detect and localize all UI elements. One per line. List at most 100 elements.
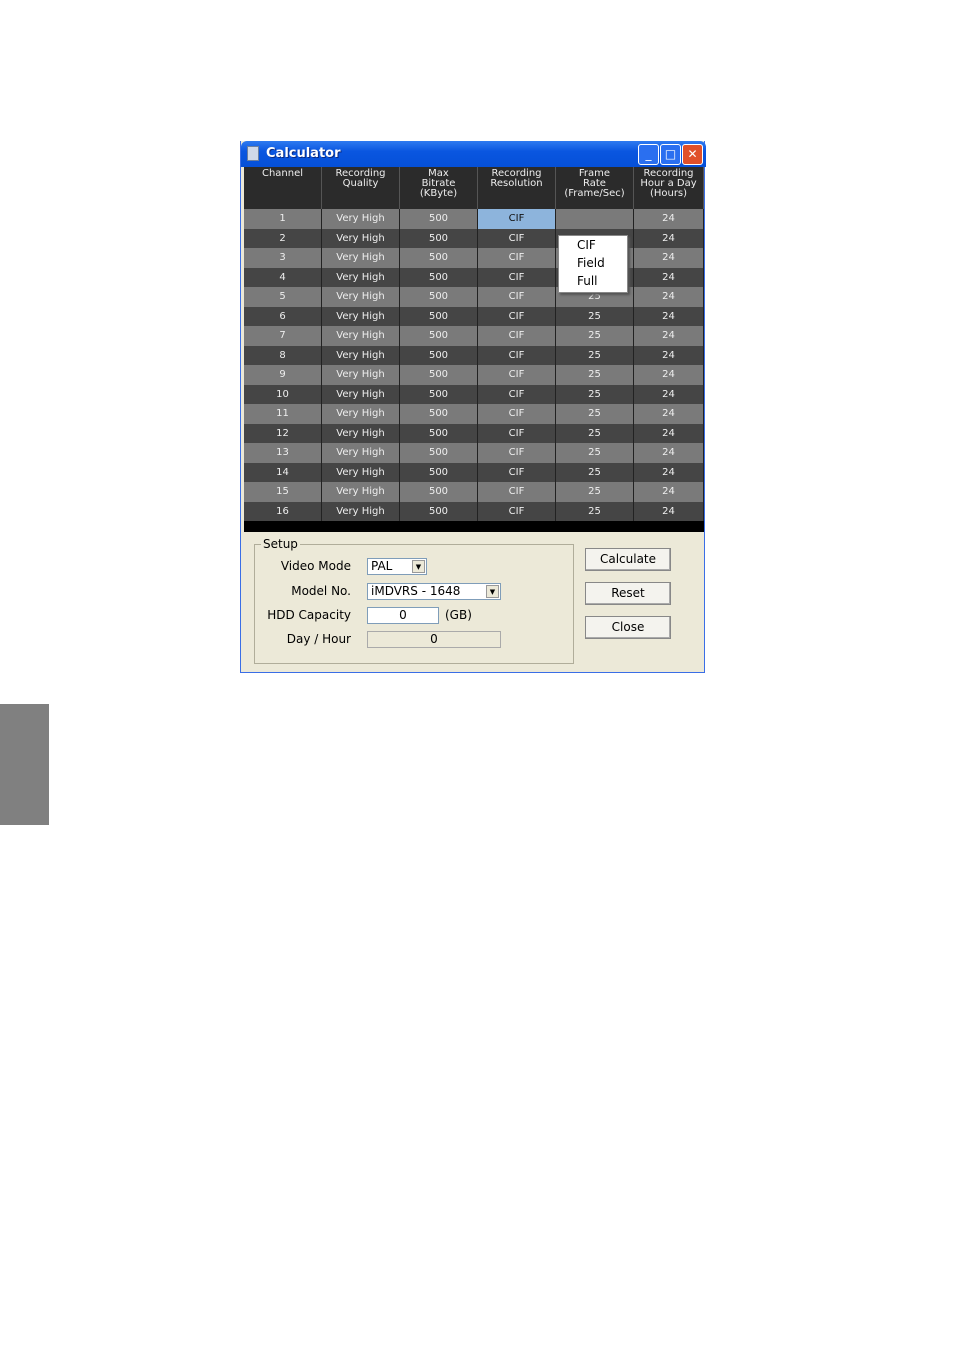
cell-resolution[interactable]: CIF xyxy=(478,404,556,424)
cell-bitrate[interactable]: 500 xyxy=(400,228,478,248)
cell-quality[interactable]: Very High xyxy=(322,228,400,248)
hdd-label: HDD Capacity xyxy=(267,608,351,622)
cell-resolution[interactable]: CIF xyxy=(478,462,556,482)
cell-quality[interactable]: Very High xyxy=(322,326,400,346)
header-quality: Recording Quality xyxy=(322,167,400,209)
cell-bitrate[interactable]: 500 xyxy=(400,482,478,502)
cell-resolution[interactable]: CIF xyxy=(478,287,556,307)
cell-quality[interactable]: Very High xyxy=(322,482,400,502)
video-mode-label: Video Mode xyxy=(280,559,351,573)
cell-frame-rate[interactable]: 25 xyxy=(556,482,634,502)
cell-channel: 12 xyxy=(244,423,322,443)
video-mode-select[interactable]: PAL ▼ xyxy=(367,558,427,575)
model-select[interactable]: iMDVRS - 1648 ▼ xyxy=(367,583,501,600)
cell-bitrate[interactable]: 500 xyxy=(400,423,478,443)
cell-frame-rate[interactable]: 25 xyxy=(556,404,634,424)
dropdown-option[interactable]: Full xyxy=(559,272,627,290)
window-title: Calculator xyxy=(266,146,341,161)
calculate-button[interactable]: Calculate xyxy=(585,548,671,571)
cell-quality[interactable]: Very High xyxy=(322,345,400,365)
cell-bitrate[interactable]: 500 xyxy=(400,267,478,287)
cell-channel: 2 xyxy=(244,228,322,248)
cell-resolution[interactable]: CIF xyxy=(478,228,556,248)
cell-resolution[interactable]: CIF xyxy=(478,384,556,404)
cell-channel: 9 xyxy=(244,365,322,385)
cell-resolution[interactable]: CIF xyxy=(478,501,556,521)
cell-channel: 3 xyxy=(244,248,322,268)
cell-quality[interactable]: Very High xyxy=(322,443,400,463)
chevron-down-icon[interactable]: ▼ xyxy=(486,585,499,598)
cell-quality[interactable]: Very High xyxy=(322,267,400,287)
cell-frame-rate[interactable]: 25 xyxy=(556,306,634,326)
cell-quality[interactable]: Very High xyxy=(322,287,400,307)
cell-bitrate[interactable]: 500 xyxy=(400,287,478,307)
cell-bitrate[interactable]: 500 xyxy=(400,443,478,463)
cell-bitrate[interactable]: 500 xyxy=(400,248,478,268)
cell-resolution[interactable]: CIF xyxy=(478,482,556,502)
chevron-down-icon[interactable]: ▼ xyxy=(412,560,425,573)
cell-quality[interactable]: Very High xyxy=(322,404,400,424)
cell-bitrate[interactable]: 500 xyxy=(400,384,478,404)
cell-hours: 24 xyxy=(634,228,704,248)
cell-bitrate[interactable]: 500 xyxy=(400,501,478,521)
channel-table: Channel Recording Quality Max Bitrate (KBy… xyxy=(244,167,704,532)
cell-bitrate[interactable]: 500 xyxy=(400,365,478,385)
title-bar: Calculator _ □ ✕ xyxy=(241,141,706,167)
dropdown-option[interactable]: Field xyxy=(559,254,627,272)
cell-frame-rate[interactable]: 25 xyxy=(556,345,634,365)
cell-frame-rate[interactable]: 25 xyxy=(556,423,634,443)
cell-resolution[interactable]: CIF xyxy=(478,365,556,385)
cell-resolution[interactable]: CIF xyxy=(478,267,556,287)
video-mode-value: PAL xyxy=(371,559,393,573)
cell-bitrate[interactable]: 500 xyxy=(400,326,478,346)
cell-hours: 24 xyxy=(634,462,704,482)
cell-bitrate[interactable]: 500 xyxy=(400,209,478,229)
cell-bitrate[interactable]: 500 xyxy=(400,404,478,424)
header-hours: Recording Hour a Day (Hours) xyxy=(634,167,704,209)
cell-hours: 24 xyxy=(634,365,704,385)
cell-frame-rate[interactable]: 25 xyxy=(556,501,634,521)
setup-legend: Setup xyxy=(261,537,300,551)
cell-frame-rate[interactable]: 25 xyxy=(556,462,634,482)
cell-resolution[interactable]: CIF xyxy=(478,443,556,463)
cell-bitrate[interactable]: 500 xyxy=(400,306,478,326)
cell-bitrate[interactable]: 500 xyxy=(400,462,478,482)
cell-frame-rate[interactable] xyxy=(556,209,634,229)
cell-hours: 24 xyxy=(634,306,704,326)
cell-frame-rate[interactable]: 25 xyxy=(556,326,634,346)
cell-resolution[interactable]: CIF xyxy=(478,423,556,443)
cell-quality[interactable]: Very High xyxy=(322,365,400,385)
header-channel: Channel xyxy=(244,167,322,209)
cell-resolution[interactable]: CIF xyxy=(478,345,556,365)
minimize-button[interactable]: _ xyxy=(638,144,659,165)
hdd-unit: (GB) xyxy=(445,608,472,622)
cell-resolution[interactable]: CIF xyxy=(478,248,556,268)
cell-hours: 24 xyxy=(634,345,704,365)
cell-quality[interactable]: Very High xyxy=(322,248,400,268)
cell-frame-rate[interactable]: 25 xyxy=(556,384,634,404)
header-resolution: Recording Resolution xyxy=(478,167,556,209)
close-window-button[interactable]: ✕ xyxy=(682,144,703,165)
reset-button[interactable]: Reset xyxy=(585,582,671,605)
cell-quality[interactable]: Very High xyxy=(322,384,400,404)
close-button[interactable]: Close xyxy=(585,616,671,639)
dropdown-option[interactable]: CIF xyxy=(559,236,627,254)
cell-resolution[interactable]: CIF xyxy=(478,326,556,346)
cell-quality[interactable]: Very High xyxy=(322,423,400,443)
resolution-dropdown: CIF Field Full xyxy=(558,235,628,293)
cell-bitrate[interactable]: 500 xyxy=(400,345,478,365)
cell-quality[interactable]: Very High xyxy=(322,306,400,326)
cell-quality[interactable]: Very High xyxy=(322,462,400,482)
cell-quality[interactable]: Very High xyxy=(322,501,400,521)
calculator-icon xyxy=(247,146,259,161)
maximize-button[interactable]: □ xyxy=(660,144,681,165)
cell-hours: 24 xyxy=(634,209,704,229)
cell-resolution[interactable]: CIF xyxy=(478,306,556,326)
hdd-input[interactable]: 0 xyxy=(367,607,439,624)
cell-frame-rate[interactable]: 25 xyxy=(556,365,634,385)
cell-hours: 24 xyxy=(634,287,704,307)
cell-frame-rate[interactable]: 25 xyxy=(556,443,634,463)
cell-quality[interactable]: Very High xyxy=(322,209,400,229)
cell-channel: 16 xyxy=(244,501,322,521)
cell-resolution[interactable]: CIF xyxy=(478,209,556,229)
